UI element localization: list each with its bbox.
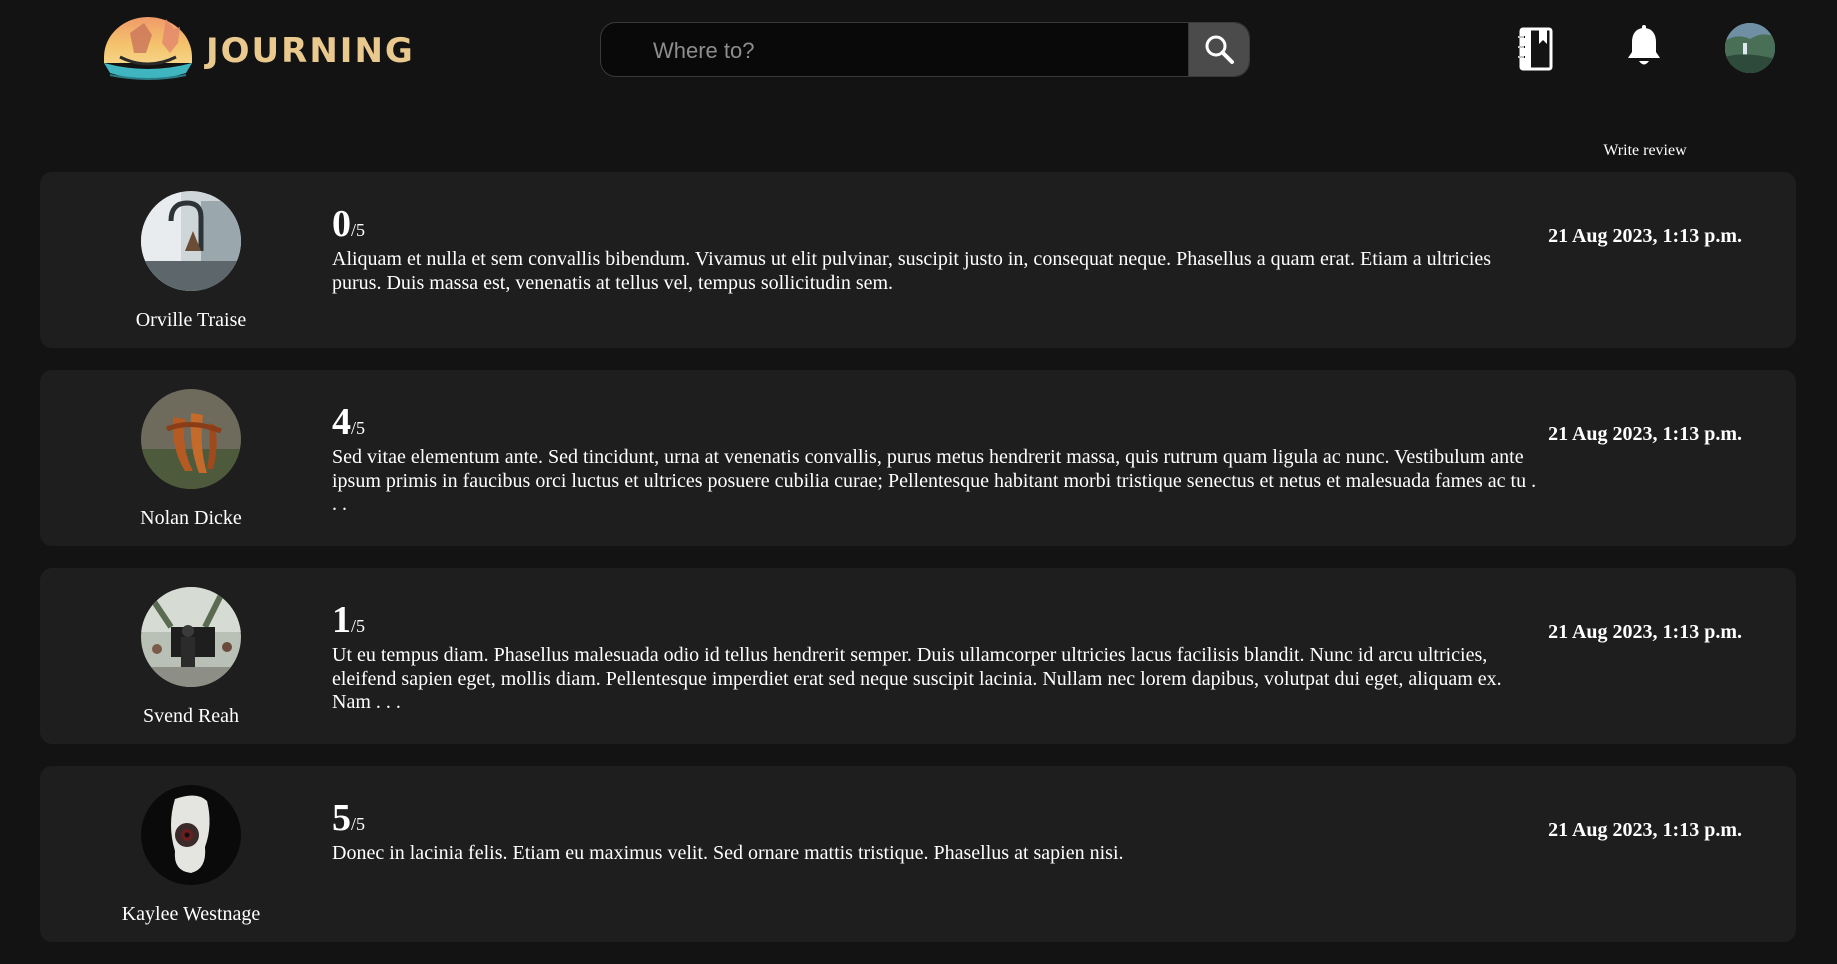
avatar-image [141, 785, 241, 885]
logo-text: JOURNING [206, 31, 415, 71]
logo-icon [104, 17, 192, 80]
review-date: 21 Aug 2023, 1:13 p.m. [1548, 225, 1742, 247]
reviewer-name: Svend Reah [142, 705, 240, 727]
review-text: Aliquam et nulla et sem convallis bibend… [332, 248, 1492, 294]
review-card: Kaylee Westnage 5/5 Donec in lacinia fel… [40, 766, 1796, 942]
journal-button[interactable] [1515, 26, 1555, 72]
reviewer-avatar[interactable] [141, 191, 241, 291]
bookmark-journal-icon [1517, 27, 1553, 71]
bell-icon [1628, 25, 1660, 65]
review-card: Orville Traise 0/5 Aliquam et nulla et s… [40, 172, 1796, 348]
rating-score: 1 [332, 599, 351, 641]
review-rating: 1/5 [332, 598, 365, 650]
search-icon [1205, 35, 1234, 64]
rating-score: 0 [332, 203, 351, 245]
reviewer-avatar[interactable] [141, 587, 241, 687]
avatar-image [141, 191, 241, 291]
search-button[interactable] [1188, 23, 1249, 76]
search-bar [600, 22, 1250, 77]
journing-logo[interactable]: JOURNING [100, 13, 413, 85]
review-card: Nolan Dicke 4/5 Sed vitae elementum ante… [40, 370, 1796, 546]
rating-score: 5 [332, 797, 351, 839]
review-rating: 4/5 [332, 400, 365, 452]
rating-out-of: /5 [351, 220, 366, 240]
review-text: Sed vitae elementum ante. Sed tincidunt,… [332, 446, 1537, 515]
review-text: Donec in lacinia felis. Etiam eu maximus… [332, 842, 1124, 864]
reviewer-name: Nolan Dicke [140, 507, 242, 529]
user-avatar[interactable] [1725, 23, 1775, 73]
review-date: 21 Aug 2023, 1:13 p.m. [1548, 423, 1742, 445]
rating-out-of: /5 [351, 418, 366, 438]
rating-score: 4 [332, 401, 351, 443]
review-date: 21 Aug 2023, 1:13 p.m. [1548, 819, 1742, 841]
avatar-image [141, 587, 241, 687]
search-input[interactable] [651, 23, 1185, 76]
reviewer-avatar[interactable] [141, 389, 241, 489]
top-navbar: JOURNING [0, 0, 1837, 100]
reviewer-name: Orville Traise [135, 309, 247, 331]
avatar-image [141, 389, 241, 489]
review-text: Ut eu tempus diam. Phasellus malesuada o… [332, 644, 1502, 713]
rating-out-of: /5 [351, 616, 366, 636]
review-rating: 5/5 [332, 796, 365, 848]
avatar-image [1725, 23, 1775, 73]
reviewer-avatar[interactable] [141, 785, 241, 885]
review-card: Svend Reah 1/5 Ut eu tempus diam. Phasel… [40, 568, 1796, 744]
review-date: 21 Aug 2023, 1:13 p.m. [1548, 621, 1742, 643]
review-rating: 0/5 [332, 202, 365, 254]
notifications-button[interactable] [1626, 24, 1662, 70]
reviewer-name: Kaylee Westnage [121, 903, 261, 925]
rating-out-of: /5 [351, 814, 366, 834]
review-list: Orville Traise 0/5 Aliquam et nulla et s… [40, 172, 1796, 964]
write-review-button[interactable]: Write review [1560, 142, 1730, 160]
